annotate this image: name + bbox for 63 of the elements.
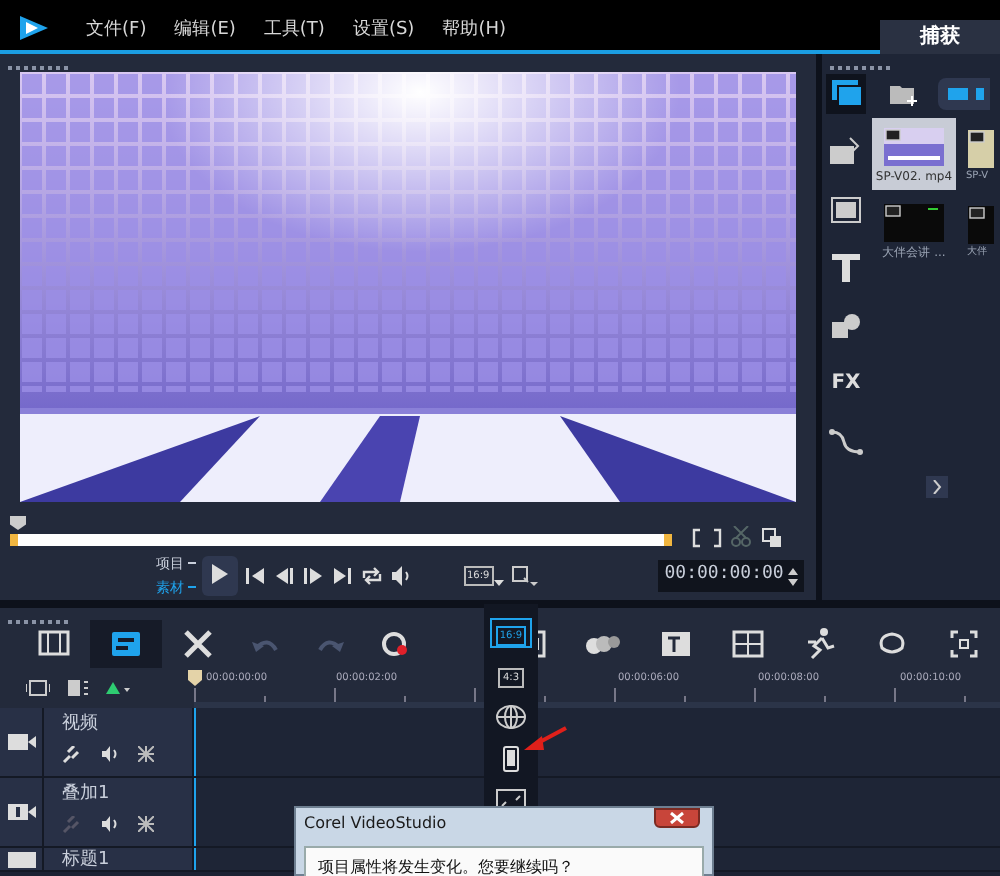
grip-icon xyxy=(8,66,68,73)
grid-view-icon[interactable] xyxy=(972,84,984,104)
volume-icon[interactable] xyxy=(102,746,120,762)
library-tool[interactable] xyxy=(826,74,866,114)
spin-icon[interactable] xyxy=(788,567,799,585)
close-button[interactable] xyxy=(654,808,700,828)
link-icon[interactable] xyxy=(62,745,84,763)
grid-icon[interactable] xyxy=(138,816,154,832)
title-icon xyxy=(826,248,866,288)
play-button[interactable] xyxy=(201,556,237,596)
track-label: 标题1 xyxy=(62,848,110,870)
add-track-icon[interactable] xyxy=(106,680,130,696)
logo-icon xyxy=(18,14,50,42)
track-label: 叠加1 xyxy=(62,782,112,808)
thumbnail-image xyxy=(884,204,944,242)
close-icon xyxy=(670,812,684,824)
library-tool[interactable] xyxy=(826,248,866,288)
next-icon[interactable] xyxy=(333,566,353,586)
chevron-icon xyxy=(932,480,942,494)
menu-item[interactable]: 帮助(H) xyxy=(442,18,506,45)
grip-icon xyxy=(830,66,890,73)
track-label: 视频 xyxy=(62,712,100,738)
repeat-icon[interactable] xyxy=(362,566,382,586)
list-icon[interactable] xyxy=(68,680,88,696)
scrubber-handle[interactable] xyxy=(10,516,26,530)
view-mode-tab[interactable] xyxy=(90,620,162,668)
mark-in-icon[interactable] xyxy=(692,527,702,547)
menu-item[interactable]: 设置(S) xyxy=(352,18,415,45)
step-forward-icon[interactable] xyxy=(304,566,324,586)
volume-icon[interactable] xyxy=(391,566,411,586)
capture-tab[interactable]: 捕获 xyxy=(880,20,1000,54)
expand-button[interactable] xyxy=(926,476,948,498)
copy-icon[interactable] xyxy=(761,527,781,547)
timecode-field[interactable]: 00:00:00:00 xyxy=(658,560,805,592)
mark-out-icon[interactable] xyxy=(711,527,721,547)
grip-icon xyxy=(8,620,68,627)
play-icon xyxy=(211,563,227,584)
playhead-marker[interactable] xyxy=(188,670,202,686)
volume-icon[interactable] xyxy=(102,816,120,832)
crop-icon[interactable] xyxy=(512,566,539,586)
scissors-icon[interactable] xyxy=(730,526,752,548)
scrubber-track[interactable] xyxy=(10,534,672,546)
overlay-track-icon xyxy=(7,802,35,822)
grid-icon[interactable] xyxy=(138,746,154,762)
folder-add-icon[interactable] xyxy=(890,82,918,106)
globe-icon xyxy=(492,704,530,730)
track-manager-icon[interactable] xyxy=(26,680,50,696)
list-view-icon[interactable] xyxy=(944,84,972,104)
menu-item[interactable]: 编辑(E) xyxy=(174,18,236,45)
dialog-message: 项目属性将发生变化。您要继续吗？ xyxy=(316,856,576,876)
fx-tool[interactable]: FX xyxy=(826,364,866,404)
previous-icon[interactable] xyxy=(246,566,266,586)
pointer-arrow xyxy=(524,726,568,754)
thumbnail-image xyxy=(884,128,944,166)
caret-icon xyxy=(493,580,504,586)
menu-item[interactable]: 文件(F) xyxy=(86,18,147,45)
dialog-title: Corel VideoStudio xyxy=(302,812,449,836)
menu-item[interactable]: 工具(T) xyxy=(263,18,325,45)
aspect-option[interactable] xyxy=(492,704,530,730)
step-back-icon[interactable] xyxy=(275,566,295,586)
dash-icon xyxy=(188,586,197,590)
dash-icon xyxy=(188,562,197,566)
video-track-icon xyxy=(7,732,35,752)
